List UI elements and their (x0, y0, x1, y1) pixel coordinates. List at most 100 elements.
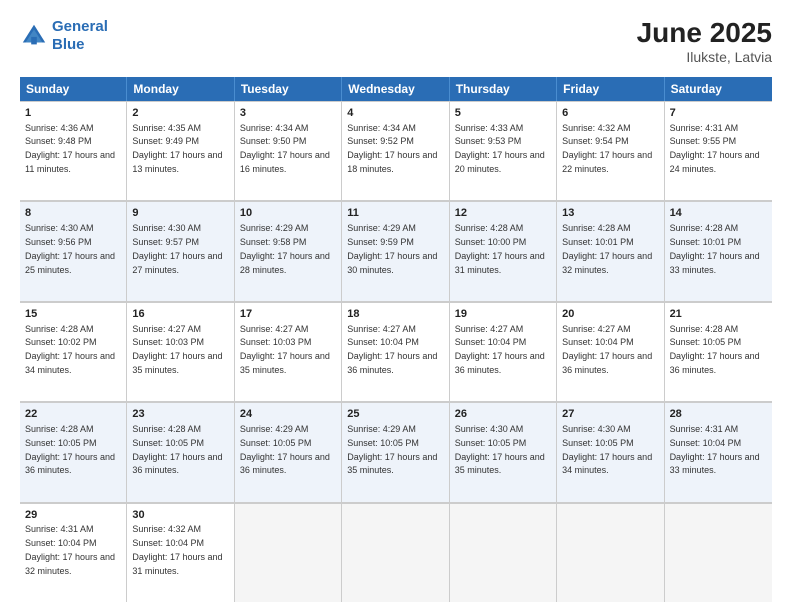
day-number: 13 (562, 206, 658, 221)
location: Ilukste, Latvia (637, 49, 772, 65)
daylight-text: Daylight: 17 hours and 36 minutes. (562, 351, 652, 375)
sunset-text: Sunset: 9:56 PM (25, 237, 92, 247)
day-cell-22: 22Sunrise: 4:28 AMSunset: 10:05 PMDaylig… (20, 402, 127, 501)
day-cell-13: 13Sunrise: 4:28 AMSunset: 10:01 PMDaylig… (557, 201, 664, 300)
day-number: 18 (347, 307, 443, 322)
sunset-text: Sunset: 9:49 PM (132, 136, 199, 146)
daylight-text: Daylight: 17 hours and 36 minutes. (240, 452, 330, 476)
day-cell-8: 8Sunrise: 4:30 AMSunset: 9:56 PMDaylight… (20, 201, 127, 300)
logo-general: General (52, 18, 108, 35)
sunset-text: Sunset: 9:52 PM (347, 136, 414, 146)
sunrise-text: Sunrise: 4:28 AM (670, 324, 739, 334)
day-number: 19 (455, 307, 551, 322)
sunset-text: Sunset: 9:55 PM (670, 136, 737, 146)
day-cell-3: 3 Sunrise: 4:34 AM Sunset: 9:50 PM Daylight… (235, 101, 342, 200)
daylight-text: Daylight: 17 hours and 30 minutes. (347, 251, 437, 275)
day-cell-20: 20Sunrise: 4:27 AMSunset: 10:04 PMDaylig… (557, 302, 664, 401)
day-number: 3 (240, 106, 336, 121)
sunrise-text: Sunrise: 4:30 AM (562, 424, 631, 434)
day-cell-10: 10Sunrise: 4:29 AMSunset: 9:58 PMDayligh… (235, 201, 342, 300)
daylight-text: Daylight: 17 hours and 35 minutes. (455, 452, 545, 476)
daylight-text: Daylight: 17 hours and 31 minutes. (132, 552, 222, 576)
day-number: 12 (455, 206, 551, 221)
calendar-body: 1Sunrise: 4:36 AMSunset: 9:48 PMDaylight… (20, 101, 772, 602)
day-number: 17 (240, 307, 336, 322)
title-section: June 2025 Ilukste, Latvia (637, 18, 772, 65)
daylight-text: Daylight: 17 hours and 20 minutes. (455, 150, 545, 174)
daylight-text: Daylight: 17 hours and 36 minutes. (347, 351, 437, 375)
header-tuesday: Tuesday (235, 77, 342, 101)
day-number: 28 (670, 407, 767, 422)
daylight-text: Daylight: 17 hours and 36 minutes. (455, 351, 545, 375)
day-number: 11 (347, 206, 443, 221)
daylight-text: Daylight: 17 hours and 11 minutes. (25, 150, 115, 174)
header-monday: Monday (127, 77, 234, 101)
sunrise-text: Sunrise: 4:29 AM (240, 223, 309, 233)
calendar-week-5: 29Sunrise: 4:31 AMSunset: 10:04 PMDaylig… (20, 503, 772, 602)
day-cell-18: 18 Sunrise: 4:27 AM Sunset: 10:04 PM Daylig… (342, 302, 449, 401)
daylight-text: Daylight: 17 hours and 32 minutes. (25, 552, 115, 576)
daylight-text: Daylight: 17 hours and 16 minutes. (240, 150, 330, 174)
sunset-text: Sunset: 9:50 PM (240, 136, 307, 146)
header-saturday: Saturday (665, 77, 772, 101)
day-number: 1 (25, 106, 121, 121)
daylight-text: Daylight: 17 hours and 24 minutes. (670, 150, 760, 174)
header-thursday: Thursday (450, 77, 557, 101)
daylight-text: Daylight: 17 hours and 34 minutes. (562, 452, 652, 476)
day-number: 24 (240, 407, 336, 422)
sunrise-text: Sunrise: 4:31 AM (25, 524, 94, 534)
sunset-text: Sunset: 10:04 PM (670, 438, 742, 448)
logo: General Blue (20, 18, 108, 54)
sunrise-text: Sunrise: 4:28 AM (562, 223, 631, 233)
sunset-text: Sunset: 10:04 PM (25, 538, 97, 548)
sunrise-text: Sunrise: 4:32 AM (562, 123, 631, 133)
header: General Blue June 2025 Ilukste, Latvia (20, 18, 772, 65)
sunrise-text: Sunrise: 4:27 AM (347, 324, 416, 334)
day-cell-24: 24Sunrise: 4:29 AMSunset: 10:05 PMDaylig… (235, 402, 342, 501)
day-number: 23 (132, 407, 228, 422)
day-number: 25 (347, 407, 443, 422)
day-number: 26 (455, 407, 551, 422)
day-number: 20 (562, 307, 658, 322)
sunset-text: Sunset: 10:05 PM (240, 438, 312, 448)
sunrise-text: Sunrise: 4:34 AM (347, 123, 416, 133)
header-wednesday: Wednesday (342, 77, 449, 101)
daylight-text: Daylight: 17 hours and 33 minutes. (670, 452, 760, 476)
day-cell-28: 28Sunrise: 4:31 AMSunset: 10:04 PMDaylig… (665, 402, 772, 501)
day-number: 8 (25, 206, 121, 221)
day-cell-19: 19Sunrise: 4:27 AMSunset: 10:04 PMDaylig… (450, 302, 557, 401)
day-cell-25: 25Sunrise: 4:29 AMSunset: 10:05 PMDaylig… (342, 402, 449, 501)
sunset-text: Sunset: 10:04 PM (562, 337, 634, 347)
sunset-text: Sunset: 10:04 PM (455, 337, 527, 347)
page: General Blue June 2025 Ilukste, Latvia S… (0, 0, 792, 612)
day-number: 2 (132, 106, 228, 121)
daylight-text: Daylight: 17 hours and 36 minutes. (25, 452, 115, 476)
daylight-text: Daylight: 17 hours and 18 minutes. (347, 150, 437, 174)
daylight-text: Daylight: 17 hours and 28 minutes. (240, 251, 330, 275)
sunrise-text: Sunrise: 4:29 AM (347, 424, 416, 434)
daylight-text: Daylight: 17 hours and 34 minutes. (25, 351, 115, 375)
sunrise-text: Sunrise: 4:32 AM (132, 524, 201, 534)
month-title: June 2025 (637, 18, 772, 49)
logo-icon (20, 22, 48, 50)
day-cell-26: 26Sunrise: 4:30 AMSunset: 10:05 PMDaylig… (450, 402, 557, 501)
sunrise-text: Sunrise: 4:29 AM (347, 223, 416, 233)
sunrise-text: Sunrise: 4:28 AM (25, 424, 94, 434)
day-number: 5 (455, 106, 551, 121)
sunrise-text: Sunrise: 4:34 AM (240, 123, 309, 133)
sunset-text: Sunset: 10:05 PM (455, 438, 527, 448)
sunset-text: Sunset: 10:05 PM (132, 438, 204, 448)
empty-cell (450, 503, 557, 602)
day-number: 10 (240, 206, 336, 221)
empty-cell (342, 503, 449, 602)
day-number: 16 (132, 307, 228, 322)
day-cell-15: 15Sunrise: 4:28 AMSunset: 10:02 PMDaylig… (20, 302, 127, 401)
day-cell-2: 2Sunrise: 4:35 AMSunset: 9:49 PMDaylight… (127, 101, 234, 200)
calendar: Sunday Monday Tuesday Wednesday Thursday… (20, 77, 772, 602)
sunrise-text: Sunrise: 4:35 AM (132, 123, 201, 133)
daylight-text: Daylight: 17 hours and 31 minutes. (455, 251, 545, 275)
logo-blue: Blue (52, 36, 85, 53)
sunset-text: Sunset: 10:04 PM (347, 337, 419, 347)
header-friday: Friday (557, 77, 664, 101)
day-number: 30 (132, 508, 228, 523)
